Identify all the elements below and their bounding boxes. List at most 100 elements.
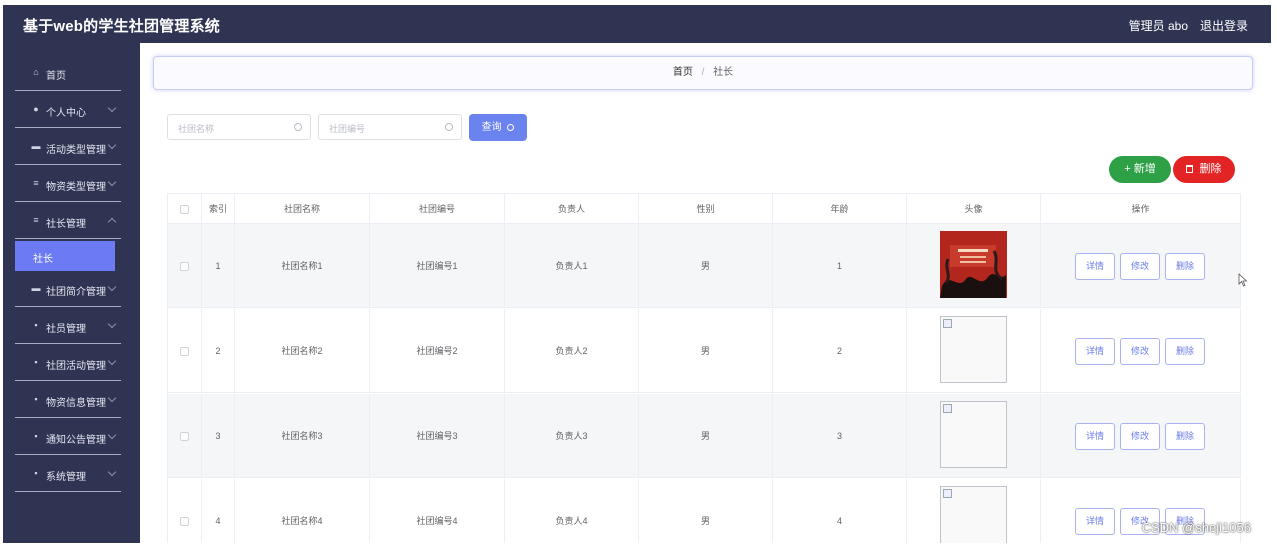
- cell-club-code: 社团编号1: [370, 224, 505, 308]
- batch-delete-button[interactable]: 删除: [1173, 156, 1235, 183]
- cell-leader: 负责人1: [505, 224, 639, 308]
- sidebar-item-activity-types[interactable]: ▬ 活动类型管理: [15, 129, 121, 165]
- cell-club-name: 社团名称4: [235, 479, 370, 543]
- menu-icon: ≡: [33, 215, 39, 225]
- row-checkbox[interactable]: [180, 262, 189, 272]
- grid-icon: ▪: [34, 320, 38, 330]
- breadcrumb-home[interactable]: 首页: [673, 67, 693, 78]
- cell-index: 3: [202, 394, 235, 478]
- cell-avatar: [907, 394, 1041, 478]
- sidebar-item-material-types[interactable]: ≡ 物资类型管理: [15, 166, 121, 202]
- sidebar-item-president-mgmt[interactable]: ≡ 社长管理: [15, 203, 121, 239]
- sidebar-item-label: 社团活动管理: [46, 361, 106, 372]
- sidebar-subitem-label: 社长: [33, 254, 53, 265]
- sidebar-item-label: 社团简介管理: [46, 287, 106, 298]
- sidebar-item-club-activities[interactable]: ▪ 社团活动管理: [15, 345, 121, 381]
- sidebar-item-label: 物资信息管理: [46, 398, 106, 409]
- broken-image-icon: [940, 401, 1007, 468]
- club-code-input[interactable]: 社团编号: [318, 114, 462, 140]
- chevron-down-icon: [107, 319, 117, 329]
- sidebar-item-members[interactable]: ▪ 社员管理: [15, 308, 121, 344]
- input-placeholder: 社团编号: [329, 124, 366, 134]
- table-row: 4 社团名称4 社团编号4 负责人4 男 4 详情 修改 删除: [168, 479, 1241, 543]
- mouse-cursor-icon: [1238, 273, 1248, 287]
- sidebar-item-profile[interactable]: ● 个人中心: [15, 92, 121, 128]
- chevron-down-icon: [107, 393, 117, 403]
- row-checkbox[interactable]: [180, 347, 189, 357]
- admin-user[interactable]: 管理员 abo: [1129, 17, 1188, 34]
- chevron-down-icon: [107, 467, 117, 477]
- row-checkbox[interactable]: [180, 432, 189, 442]
- sidebar-item-system[interactable]: ▪ 系统管理: [15, 456, 121, 492]
- cell-actions: 详情 修改 删除: [1041, 309, 1241, 393]
- list-icon: ▬: [31, 141, 41, 151]
- row-select-cell: [168, 224, 202, 308]
- sidebar-item-home[interactable]: ⌂ 首页: [15, 55, 121, 91]
- presidents-table: 索引 社团名称 社团编号 负责人 性别 年龄 头像 操作 1 社团名称1 社团编…: [167, 193, 1241, 543]
- col-gender: 性别: [639, 194, 773, 224]
- sidebar-item-label: 个人中心: [46, 108, 86, 119]
- cell-leader: 负责人2: [505, 309, 639, 393]
- club-name-input[interactable]: 社团名称: [167, 114, 311, 140]
- search-icon: [294, 123, 302, 131]
- cell-actions: 详情 修改 删除: [1041, 394, 1241, 478]
- row-checkbox[interactable]: [180, 517, 189, 527]
- detail-button[interactable]: 详情: [1075, 338, 1115, 365]
- chevron-down-icon: [107, 103, 117, 113]
- sidebar-subitem-president[interactable]: 社长: [15, 241, 115, 271]
- add-button[interactable]: + 新增: [1109, 156, 1171, 183]
- top-bar: 基于web的学生社团管理系统 管理员 abo 退出登录: [3, 5, 1271, 43]
- edit-button[interactable]: 修改: [1120, 253, 1160, 280]
- cell-avatar: [907, 309, 1041, 393]
- broken-image-glyph: [943, 404, 952, 413]
- col-avatar: 头像: [907, 194, 1041, 224]
- logout-link[interactable]: 退出登录: [1200, 17, 1248, 34]
- cell-club-name: 社团名称2: [235, 309, 370, 393]
- cell-age: 1: [773, 224, 907, 308]
- app-frame: 基于web的学生社团管理系统 管理员 abo 退出登录 ⌂ 首页 ● 个人中心 …: [3, 5, 1271, 543]
- col-actions: 操作: [1041, 194, 1241, 224]
- cell-club-code: 社团编号4: [370, 479, 505, 543]
- col-leader: 负责人: [505, 194, 639, 224]
- sidebar-item-label: 首页: [46, 71, 66, 82]
- cell-gender: 男: [639, 224, 773, 308]
- sidebar-item-label: 社员管理: [46, 324, 86, 335]
- home-icon: ⌂: [33, 67, 39, 77]
- app-title: 基于web的学生社团管理系统: [23, 18, 220, 35]
- trash-icon: [1186, 165, 1194, 173]
- delete-button[interactable]: 删除: [1165, 253, 1205, 280]
- row-select-cell: [168, 479, 202, 543]
- user-icon: ●: [33, 104, 39, 114]
- edit-button[interactable]: 修改: [1120, 423, 1160, 450]
- cell-club-code: 社团编号2: [370, 309, 505, 393]
- chevron-down-icon: [107, 356, 117, 366]
- cell-index: 1: [202, 224, 235, 308]
- cell-actions: 详情 修改 删除: [1041, 224, 1241, 308]
- main-content: 首页 / 社长 社团名称 社团编号 查询 + 新增 删除 索引 社团名称 社团编…: [140, 43, 1271, 543]
- delete-button[interactable]: 删除: [1165, 423, 1205, 450]
- chevron-down-icon: [107, 140, 117, 150]
- cell-club-name: 社团名称3: [235, 394, 370, 478]
- row-select-cell: [168, 394, 202, 478]
- delete-button[interactable]: 删除: [1165, 338, 1205, 365]
- broken-image-icon: [940, 316, 1007, 383]
- cell-club-code: 社团编号3: [370, 394, 505, 478]
- cell-age: 2: [773, 309, 907, 393]
- select-all-checkbox[interactable]: [180, 205, 189, 215]
- avatar-image: [940, 231, 1007, 298]
- sidebar-item-material-info[interactable]: ▪ 物资信息管理: [15, 382, 121, 418]
- chevron-down-icon: [107, 430, 117, 440]
- sidebar-item-label: 活动类型管理: [46, 145, 106, 156]
- table-row: 2 社团名称2 社团编号2 负责人2 男 2 详情 修改 删除: [168, 309, 1241, 393]
- broken-image-icon: [940, 486, 1007, 543]
- detail-button[interactable]: 详情: [1075, 508, 1115, 535]
- query-button[interactable]: 查询: [469, 114, 527, 141]
- detail-button[interactable]: 详情: [1075, 253, 1115, 280]
- detail-button[interactable]: 详情: [1075, 423, 1115, 450]
- breadcrumb-separator: /: [701, 67, 705, 78]
- sidebar-item-notices[interactable]: ▪ 通知公告管理: [15, 419, 121, 455]
- sidebar-item-club-intro[interactable]: ▬ 社团简介管理: [15, 271, 121, 307]
- sidebar-item-label: 系统管理: [46, 472, 86, 483]
- edit-button[interactable]: 修改: [1120, 338, 1160, 365]
- document-icon: ▪: [34, 357, 38, 367]
